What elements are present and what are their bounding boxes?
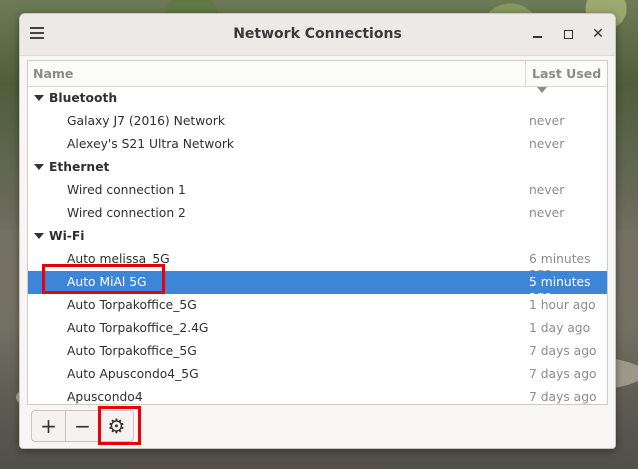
- connection-row[interactable]: Auto melissa_5G6 minutes ago: [28, 248, 607, 280]
- connection-name: Galaxy J7 (2016) Network: [67, 114, 225, 128]
- connection-row[interactable]: Auto Torpakoffice_5G 7 days ago: [28, 340, 607, 363]
- close-icon: ✕: [592, 26, 604, 42]
- connection-row[interactable]: Auto Torpakoffice_5G 1 hour ago: [28, 294, 607, 317]
- connections-rows: Bluetooth Galaxy J7 (2016) Network never Al…: [28, 87, 607, 404]
- expander-arrow-icon[interactable]: [34, 164, 44, 170]
- minimize-button[interactable]: [528, 25, 546, 43]
- connection-row[interactable]: Wired connection 1 never: [28, 179, 607, 202]
- bottom-toolbar: + − ⚙: [27, 408, 608, 446]
- group-label: Wi-Fi: [49, 229, 85, 243]
- connection-row-selected[interactable]: Auto MiAl 5G 5 minutes ago: [28, 271, 607, 303]
- add-connection-button[interactable]: +: [32, 411, 66, 441]
- connection-name: Apuscondo4: [67, 390, 143, 404]
- connection-last-used: 7 days ago: [529, 367, 597, 381]
- connection-name: Auto Torpakoffice_2.4G: [67, 321, 209, 335]
- title-bar: Network Connections ✕: [20, 14, 615, 56]
- connection-last-used: 7 days ago: [529, 390, 597, 404]
- connection-name: Auto Apuscondo4_5G: [67, 367, 199, 381]
- gear-icon: ⚙: [107, 414, 126, 438]
- column-header-last-used[interactable]: Last Used: [525, 61, 607, 93]
- connection-row[interactable]: Galaxy J7 (2016) Network never: [28, 110, 607, 133]
- minus-icon: −: [74, 414, 91, 438]
- connection-row[interactable]: Auto Apuscondo4_5G 7 days ago: [28, 363, 607, 386]
- connection-row[interactable]: Auto Torpakoffice_2.4G 1 day ago: [28, 317, 607, 340]
- connection-last-used: 7 days ago: [529, 344, 597, 358]
- network-connections-window: Network Connections ✕ Name Last Used Blu…: [19, 13, 616, 449]
- connection-name: Auto melissa_5G: [67, 252, 170, 266]
- connection-last-used: never: [529, 137, 565, 151]
- connection-name: Wired connection 1: [67, 183, 186, 197]
- window-title: Network Connections: [233, 26, 402, 42]
- close-button[interactable]: ✕: [589, 25, 607, 43]
- group-row-bluetooth[interactable]: Bluetooth: [28, 87, 607, 110]
- connection-name: Auto Torpakoffice_5G: [67, 298, 197, 312]
- group-row-wi-fi[interactable]: Wi-Fi: [28, 225, 607, 248]
- connection-name: Auto MiAl 5G: [67, 275, 147, 289]
- connection-row[interactable]: Wired connection 2 never: [28, 202, 607, 225]
- edit-connection-settings-button[interactable]: ⚙: [100, 411, 133, 441]
- connections-list[interactable]: Name Last Used Bluetooth Galaxy J7 (2016)…: [27, 60, 608, 405]
- toolbar-button-group: + − ⚙: [31, 410, 134, 442]
- connection-name: Auto Torpakoffice_5G: [67, 344, 197, 358]
- column-header-last-used-label: Last Used: [532, 66, 602, 81]
- group-row-ethernet[interactable]: Ethernet: [28, 156, 607, 179]
- list-header: Name Last Used: [28, 61, 607, 93]
- connection-row[interactable]: Alexey's S21 Ultra Network never: [28, 133, 607, 156]
- connection-last-used: never: [529, 183, 565, 197]
- minimize-icon: [532, 36, 542, 38]
- connection-last-used: 1 day ago: [529, 321, 591, 335]
- group-label: Ethernet: [49, 160, 110, 174]
- plus-icon: +: [40, 414, 57, 438]
- maximize-button[interactable]: [559, 25, 577, 43]
- expander-arrow-icon[interactable]: [34, 233, 44, 239]
- column-header-name[interactable]: Name: [33, 66, 73, 81]
- connection-name: Alexey's S21 Ultra Network: [67, 137, 235, 151]
- connection-last-used: 1 hour ago: [529, 298, 596, 312]
- connection-name: Wired connection 2: [67, 206, 186, 220]
- connection-last-used: never: [529, 206, 565, 220]
- group-label: Bluetooth: [49, 91, 118, 105]
- connection-row[interactable]: Apuscondo4 7 days ago: [28, 386, 607, 404]
- connection-last-used: never: [529, 114, 565, 128]
- expander-arrow-icon[interactable]: [34, 95, 44, 101]
- maximize-icon: [563, 29, 573, 39]
- remove-connection-button[interactable]: −: [66, 411, 100, 441]
